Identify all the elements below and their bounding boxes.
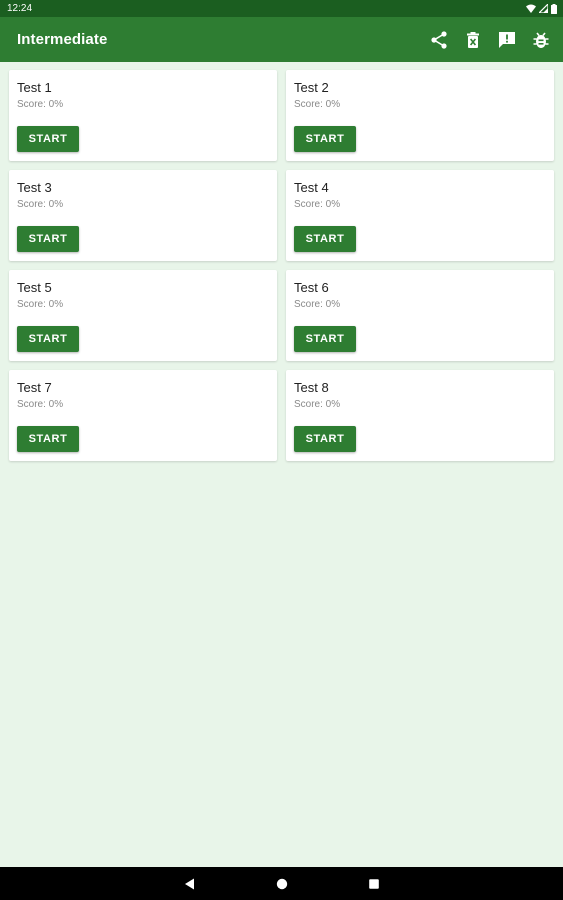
test-card: Test 2 Score: 0% START <box>286 70 554 161</box>
test-title: Test 8 <box>294 380 329 395</box>
signal-icon <box>539 4 548 13</box>
feedback-icon[interactable] <box>497 30 517 50</box>
start-button[interactable]: START <box>294 326 356 352</box>
share-icon[interactable] <box>429 30 449 50</box>
test-card: Test 3 Score: 0% START <box>9 170 277 261</box>
test-card: Test 7 Score: 0% START <box>9 370 277 461</box>
wifi-icon <box>526 4 536 13</box>
home-icon[interactable] <box>275 877 289 891</box>
status-time: 12:24 <box>7 3 33 14</box>
test-title: Test 6 <box>294 280 329 295</box>
test-score: Score: 0% <box>17 199 64 210</box>
start-button[interactable]: START <box>294 126 356 152</box>
test-title: Test 1 <box>17 80 52 95</box>
test-title: Test 3 <box>17 180 52 195</box>
test-title: Test 7 <box>17 380 52 395</box>
test-score: Score: 0% <box>294 299 341 310</box>
start-button[interactable]: START <box>294 426 356 452</box>
test-title: Test 2 <box>294 80 329 95</box>
test-title: Test 5 <box>17 280 52 295</box>
app-bar-actions <box>429 30 551 50</box>
test-card: Test 8 Score: 0% START <box>286 370 554 461</box>
test-score: Score: 0% <box>294 99 341 110</box>
test-score: Score: 0% <box>17 99 64 110</box>
test-title: Test 4 <box>294 180 329 195</box>
start-button[interactable]: START <box>294 226 356 252</box>
start-button[interactable]: START <box>17 226 79 252</box>
test-card: Test 4 Score: 0% START <box>286 170 554 261</box>
start-button[interactable]: START <box>17 326 79 352</box>
test-score: Score: 0% <box>17 299 64 310</box>
bug-report-icon[interactable] <box>531 30 551 50</box>
test-card: Test 1 Score: 0% START <box>9 70 277 161</box>
status-icons <box>526 3 557 14</box>
delete-icon[interactable] <box>463 30 483 50</box>
start-button[interactable]: START <box>17 126 79 152</box>
test-score: Score: 0% <box>294 199 341 210</box>
back-icon[interactable] <box>183 877 197 891</box>
test-grid: Test 1 Score: 0% START Test 2 Score: 0% … <box>9 70 554 461</box>
app-bar: Intermediate <box>0 17 563 62</box>
status-bar: 12:24 <box>0 0 563 17</box>
page-title: Intermediate <box>17 31 108 48</box>
test-card: Test 5 Score: 0% START <box>9 270 277 361</box>
test-score: Score: 0% <box>294 399 341 410</box>
battery-icon <box>551 3 557 14</box>
start-button[interactable]: START <box>17 426 79 452</box>
system-nav-bar <box>0 867 563 900</box>
recents-icon[interactable] <box>367 877 381 891</box>
test-card: Test 6 Score: 0% START <box>286 270 554 361</box>
test-score: Score: 0% <box>17 399 64 410</box>
